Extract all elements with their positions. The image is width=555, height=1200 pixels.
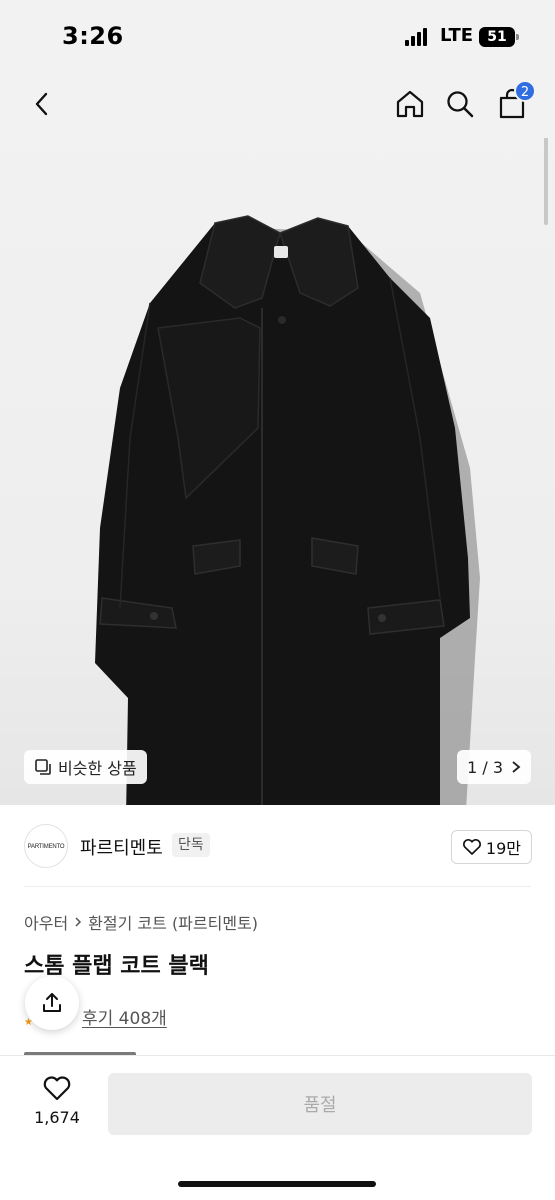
chevron-right-icon: [512, 761, 521, 773]
reviews-link[interactable]: 후기 408개: [82, 1004, 167, 1029]
brand-row: PARTIMENTO 파르티멘토 단독 19만: [24, 820, 532, 872]
signal-icon: [405, 28, 431, 46]
divider: [24, 886, 531, 887]
back-button[interactable]: [22, 84, 62, 124]
similar-products-label: 비슷한 상품: [58, 759, 137, 778]
like-count: 1,674: [34, 1108, 80, 1127]
home-indicator[interactable]: [178, 1181, 376, 1187]
brand-like-button[interactable]: 19만: [450, 830, 532, 864]
like-button[interactable]: 1,674: [22, 1074, 92, 1136]
chevron-right-icon: [75, 917, 82, 927]
breadcrumb-subcategory[interactable]: 환절기 코트 (파르티멘토): [88, 910, 258, 934]
battery-icon: 51: [479, 27, 519, 47]
search-icon: [447, 91, 474, 118]
exclusive-badge: 단독: [172, 833, 210, 857]
breadcrumb: 아우터 환절기 코트 (파르티멘토): [24, 910, 258, 934]
heart-icon: [462, 839, 481, 855]
chevron-left-icon: [35, 92, 48, 116]
brand-name[interactable]: 파르티멘토: [80, 834, 163, 860]
share-icon: [43, 993, 61, 1012]
product-image-gallery[interactable]: 비슷한 상품 1 / 3: [0, 70, 555, 805]
brand-logo[interactable]: PARTIMENTO: [24, 824, 68, 868]
cart-count-badge: 2: [514, 80, 536, 102]
copy-icon: [35, 759, 51, 775]
soldout-button[interactable]: 품절: [108, 1073, 532, 1135]
status-bar: 3:26 LTE 51: [0, 0, 555, 70]
similar-products-button[interactable]: 비슷한 상품: [24, 750, 147, 784]
top-navigation: 2: [0, 70, 555, 138]
home-button[interactable]: [390, 84, 430, 124]
share-button[interactable]: [25, 976, 79, 1030]
status-time: 3:26: [62, 22, 124, 50]
home-icon: [396, 90, 424, 118]
network-label: LTE: [440, 25, 474, 46]
brand-like-count: 19만: [485, 839, 521, 858]
bottom-action-bar: 1,674 품절: [0, 1055, 555, 1200]
image-page-indicator[interactable]: 1 / 3: [457, 750, 531, 784]
breadcrumb-category[interactable]: 아우터: [24, 910, 68, 934]
heart-icon: [43, 1076, 71, 1101]
product-image-coat[interactable]: [0, 138, 555, 805]
cart-button[interactable]: 2: [492, 80, 536, 124]
page-indicator-text: 1 / 3: [467, 757, 503, 777]
search-button[interactable]: [440, 84, 480, 124]
